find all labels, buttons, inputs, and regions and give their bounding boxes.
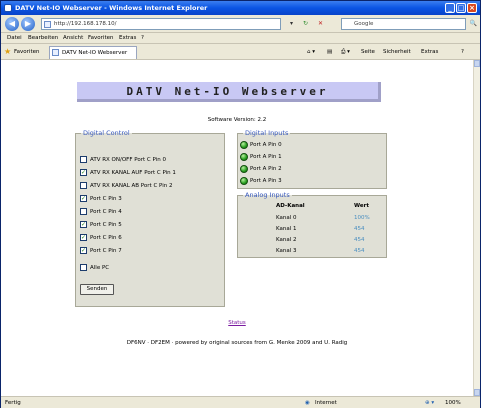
- search-placeholder: Google: [354, 21, 374, 27]
- port-label: Alle PC: [90, 265, 110, 271]
- menu-item-extras[interactable]: Extras: [119, 33, 136, 44]
- analog-value: 454: [354, 248, 365, 254]
- feeds-icon[interactable]: ▤: [327, 44, 332, 60]
- input-label: Port A Pin 1: [250, 154, 282, 160]
- tool-page[interactable]: Seite: [361, 44, 375, 60]
- menu-item-favoriten[interactable]: Favoriten: [88, 33, 113, 44]
- ie-app-icon: [4, 4, 12, 12]
- analog-value: 454: [354, 226, 365, 232]
- menu-item-help[interactable]: ?: [141, 33, 144, 44]
- digital-control-legend: Digital Control: [83, 129, 130, 137]
- favorites-label[interactable]: Favoriten: [14, 44, 39, 60]
- menu-bar: Datei Bearbeiten Ansicht Favoriten Extra…: [1, 33, 480, 44]
- tool-extras[interactable]: Extras: [421, 44, 438, 60]
- zoom-level[interactable]: 100%: [445, 397, 461, 408]
- address-input[interactable]: http://192.168.178.10/: [41, 18, 281, 30]
- tab-page-icon: [52, 49, 59, 56]
- port-label: Port C Pin 4: [90, 209, 122, 215]
- analog-channel: Kanal 0: [276, 215, 297, 221]
- tool-help[interactable]: ?: [461, 44, 464, 60]
- back-button[interactable]: ◀: [5, 17, 19, 31]
- port-checkbox[interactable]: [80, 264, 87, 271]
- port-checkbox[interactable]: ✓: [80, 247, 87, 254]
- status-link[interactable]: Status: [1, 320, 473, 326]
- search-icon[interactable]: 🔍: [469, 18, 478, 29]
- port-label: Port C Pin 6: [90, 235, 122, 241]
- globe-icon: ◉: [305, 400, 310, 406]
- port-label: ATV RX KANAL AB Port C Pin 2: [90, 183, 173, 189]
- tab-datv-webserver[interactable]: DATV Net-IO Webserver: [49, 46, 137, 59]
- value-header: Wert: [354, 203, 369, 209]
- vertical-scrollbar[interactable]: [473, 60, 480, 396]
- menu-item-bearbeiten[interactable]: Bearbeiten: [28, 33, 58, 44]
- minimize-button[interactable]: _: [445, 3, 455, 13]
- dropdown-arrow-icon[interactable]: ▾: [287, 19, 296, 28]
- address-toolbar: ◀ ▶ http://192.168.178.10/ ▾ ↻ ✕ Google …: [1, 15, 480, 33]
- window-title: DATV Net-IO Webserver - Windows Internet…: [15, 4, 208, 12]
- search-input[interactable]: Google: [341, 18, 466, 30]
- port-label: ATV RX ON/OFF Port C Pin 0: [90, 157, 166, 163]
- page-content: DATV Net-IO Webserver Software Version: …: [1, 60, 473, 396]
- home-icon[interactable]: ⌂ ▾: [307, 44, 315, 60]
- tool-security[interactable]: Sicherheit: [383, 44, 411, 60]
- digital-inputs-legend: Digital Inputs: [245, 129, 289, 137]
- input-led-icon: [240, 153, 248, 161]
- input-label: Port A Pin 3: [250, 178, 282, 184]
- footer-credits: DF6NV · DF2EM · powered by original sour…: [126, 340, 348, 346]
- analog-channel: Kanal 2: [276, 237, 297, 243]
- send-button[interactable]: Senden: [80, 284, 114, 295]
- page-icon: [44, 21, 51, 28]
- favorites-bar: ★ Favoriten DATV Net-IO Webserver ⌂ ▾ ▤ …: [1, 44, 480, 60]
- port-checkbox[interactable]: [80, 208, 87, 215]
- analog-value: 100%: [354, 215, 370, 221]
- zone-label: Internet: [315, 400, 337, 406]
- port-checkbox[interactable]: ✓: [80, 169, 87, 176]
- digital-control-panel: Digital Control ATV RX ON/OFF Port C Pin…: [75, 129, 225, 307]
- menu-item-ansicht[interactable]: Ansicht: [63, 33, 83, 44]
- port-checkbox[interactable]: ✓: [80, 221, 87, 228]
- analog-channel: Kanal 1: [276, 226, 297, 232]
- browser-window: DATV Net-IO Webserver - Windows Internet…: [0, 0, 481, 408]
- print-icon[interactable]: ⎙ ▾: [341, 44, 350, 60]
- zoom-icon[interactable]: ⊕ ▾: [425, 397, 434, 408]
- port-checkbox[interactable]: [80, 182, 87, 189]
- input-led-icon: [240, 165, 248, 173]
- port-checkbox[interactable]: ✓: [80, 195, 87, 202]
- port-checkbox[interactable]: ✓: [80, 234, 87, 241]
- tab-title: DATV Net-IO Webserver: [62, 50, 128, 56]
- stop-icon[interactable]: ✕: [316, 19, 325, 28]
- software-version: Software Version: 2.2: [207, 117, 267, 123]
- favorites-star-icon[interactable]: ★: [4, 47, 11, 57]
- maximize-button[interactable]: □: [456, 3, 466, 13]
- port-label: Port C Pin 7: [90, 248, 122, 254]
- input-label: Port A Pin 0: [250, 142, 282, 148]
- input-label: Port A Pin 2: [250, 166, 282, 172]
- port-label: ATV RX KANAL AUF Port C Pin 1: [90, 170, 176, 176]
- close-button[interactable]: ×: [467, 3, 477, 13]
- scroll-up-button[interactable]: [474, 60, 480, 67]
- input-led-icon: [240, 177, 248, 185]
- analog-inputs-panel: Analog Inputs AD-Kanal Wert Kanal 0 100% K…: [237, 191, 387, 258]
- status-text: Fertig: [5, 400, 21, 406]
- port-checkbox[interactable]: [80, 156, 87, 163]
- ad-channel-header: AD-Kanal: [276, 203, 305, 209]
- scroll-down-button[interactable]: [474, 389, 480, 396]
- forward-button[interactable]: ▶: [21, 17, 35, 31]
- title-bar: DATV Net-IO Webserver - Windows Internet…: [1, 1, 480, 15]
- page-title: DATV Net-IO Webserver: [77, 82, 381, 102]
- menu-item-datei[interactable]: Datei: [7, 33, 22, 44]
- refresh-icon[interactable]: ↻: [301, 19, 310, 28]
- analog-inputs-legend: Analog Inputs: [245, 191, 290, 199]
- port-label: Port C Pin 5: [90, 222, 122, 228]
- port-label: Port C Pin 3: [90, 196, 122, 202]
- status-bar: Fertig ◉ Internet ⊕ ▾ 100%: [1, 396, 480, 408]
- input-led-icon: [240, 141, 248, 149]
- address-url: http://192.168.178.10/: [54, 21, 117, 27]
- analog-value: 454: [354, 237, 365, 243]
- digital-inputs-panel: Digital Inputs Port A Pin 0 Port A Pin 1 P…: [237, 129, 387, 189]
- analog-channel: Kanal 3: [276, 248, 297, 254]
